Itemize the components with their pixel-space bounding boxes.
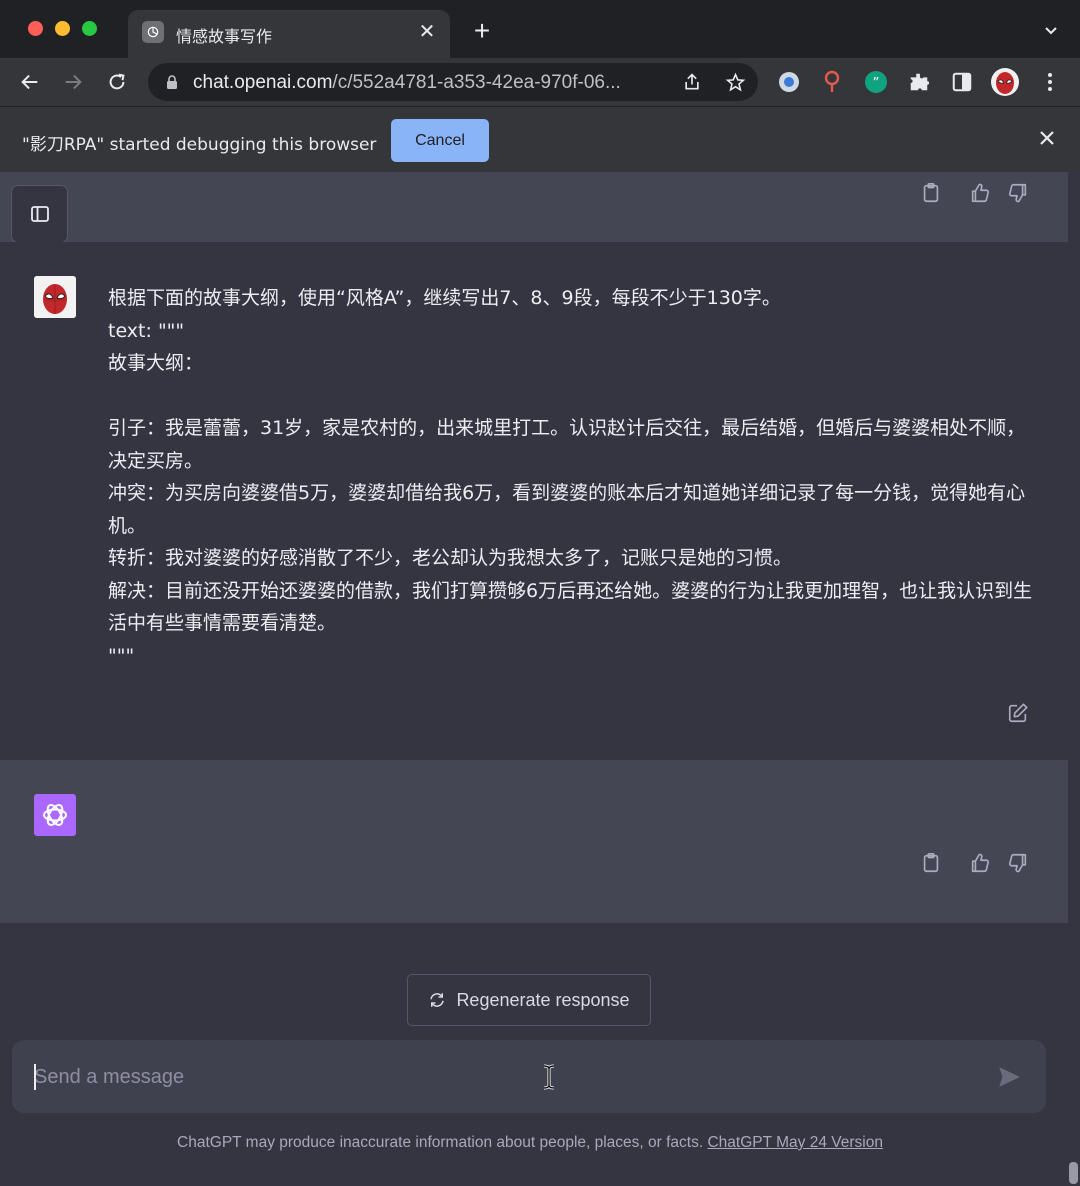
browser-tab-strip: 情感故事写作 ✕ + bbox=[0, 0, 1080, 58]
message-line: 根据下面的故事大纲，使用“风格A”，继续写出7、8、9段，每段不少于130字。 bbox=[108, 287, 781, 309]
message-composer[interactable] bbox=[12, 1040, 1046, 1113]
message-line: 转折：我对婆婆的好感消散了不少，老公却认为我想太多了，记账只是她的习惯。 bbox=[108, 547, 793, 569]
chat-page: 根据下面的故事大纲，使用“风格A”，继续写出7、8、9段，每段不少于130字。 … bbox=[0, 172, 1080, 1186]
puzzle-icon[interactable] bbox=[905, 68, 933, 96]
refresh-icon bbox=[430, 993, 445, 1007]
ibeam-cursor-icon bbox=[543, 1064, 555, 1090]
sidebar-toggle-button[interactable] bbox=[11, 185, 68, 243]
debugging-message: "影刀RPA" started debugging this browser bbox=[22, 135, 377, 155]
back-icon[interactable] bbox=[16, 68, 44, 96]
regenerate-response-button[interactable]: Regenerate response bbox=[407, 974, 651, 1026]
regenerate-label: Regenerate response bbox=[456, 989, 630, 1010]
tab-close-icon[interactable]: ✕ bbox=[416, 21, 438, 43]
cancel-debugging-button[interactable]: Cancel bbox=[391, 119, 489, 162]
extension-quote-icon[interactable]: ” bbox=[862, 68, 890, 96]
debugging-infobar: "影刀RPA" started debugging this browser C… bbox=[0, 106, 1080, 172]
openai-favicon-icon bbox=[142, 21, 164, 43]
message-line: 冲突：为买房向婆婆借5万，婆婆却借给我6万，看到婆婆的账本后才知道她详细记录了每… bbox=[108, 482, 1026, 537]
bookmark-star-icon[interactable] bbox=[721, 68, 749, 96]
infobar-close-icon[interactable] bbox=[1036, 127, 1058, 149]
forward-icon[interactable] bbox=[59, 68, 87, 96]
footer-text: ChatGPT may produce inaccurate informati… bbox=[177, 1134, 708, 1151]
extension-circle-icon[interactable] bbox=[775, 68, 803, 96]
version-link[interactable]: ChatGPT May 24 Version bbox=[707, 1134, 882, 1151]
extension-pin-icon[interactable] bbox=[818, 68, 846, 96]
thumbs-down-icon[interactable] bbox=[1005, 850, 1031, 876]
thumbs-up-icon[interactable] bbox=[967, 180, 993, 206]
lock-icon[interactable] bbox=[164, 74, 180, 90]
message-line bbox=[108, 380, 1038, 413]
sidebar-icon bbox=[30, 206, 49, 222]
copy-icon[interactable] bbox=[918, 850, 944, 876]
assistant-message bbox=[0, 760, 1068, 923]
scrollbar-thumb[interactable] bbox=[1069, 1162, 1078, 1184]
text-caret bbox=[34, 1064, 36, 1090]
window-zoom-button[interactable] bbox=[82, 21, 97, 36]
footer-disclaimer: ChatGPT may produce inaccurate informati… bbox=[0, 1134, 1060, 1152]
message-line: 故事大纲： bbox=[108, 352, 204, 374]
address-bar[interactable]: chat.openai.com/c/552a4781-a353-42ea-970… bbox=[148, 63, 758, 101]
copy-icon[interactable] bbox=[918, 180, 944, 206]
user-avatar bbox=[34, 276, 76, 318]
new-tab-icon[interactable]: + bbox=[470, 17, 494, 45]
thumbs-up-icon[interactable] bbox=[967, 850, 993, 876]
edit-message-icon[interactable] bbox=[1005, 700, 1031, 726]
message-line: text: """ bbox=[108, 319, 185, 342]
profile-avatar[interactable] bbox=[991, 68, 1019, 96]
kebab-menu-icon[interactable] bbox=[1036, 68, 1064, 96]
thumbs-down-icon[interactable] bbox=[1005, 180, 1031, 206]
user-message-text: 根据下面的故事大纲，使用“风格A”，继续写出7、8、9段，每段不少于130字。 … bbox=[108, 282, 1038, 672]
message-line: 引子：我是蕾蕾，31岁，家是农村的，出来城里打工。认识赵计后交往，最后结婚，但婚… bbox=[108, 417, 1026, 472]
browser-toolbar: chat.openai.com/c/552a4781-a353-42ea-970… bbox=[0, 58, 1080, 106]
browser-tab-active[interactable]: 情感故事写作 ✕ bbox=[128, 10, 450, 58]
previous-assistant-message bbox=[0, 172, 1068, 242]
url-text: chat.openai.com/c/552a4781-a353-42ea-970… bbox=[193, 72, 621, 93]
user-message: 根据下面的故事大纲，使用“风格A”，继续写出7、8、9段，每段不少于130字。 … bbox=[0, 242, 1068, 760]
window-close-button[interactable] bbox=[28, 21, 43, 36]
svg-text:”: ” bbox=[873, 76, 880, 91]
tab-title: 情感故事写作 bbox=[176, 27, 273, 46]
tab-search-chevron-icon[interactable] bbox=[1042, 22, 1060, 40]
chatgpt-logo-icon bbox=[34, 794, 76, 836]
message-line: 解决：目前还没开始还婆婆的借款，我们打算攒够6万后再还给她。婆婆的行为让我更加理… bbox=[108, 579, 1033, 635]
message-line: """ bbox=[108, 644, 135, 667]
share-icon[interactable] bbox=[678, 68, 706, 96]
reload-icon[interactable] bbox=[103, 68, 131, 96]
sidepanel-icon[interactable] bbox=[948, 68, 976, 96]
window-minimize-button[interactable] bbox=[55, 21, 70, 36]
message-input[interactable] bbox=[34, 1060, 974, 1094]
send-icon[interactable] bbox=[996, 1064, 1022, 1090]
